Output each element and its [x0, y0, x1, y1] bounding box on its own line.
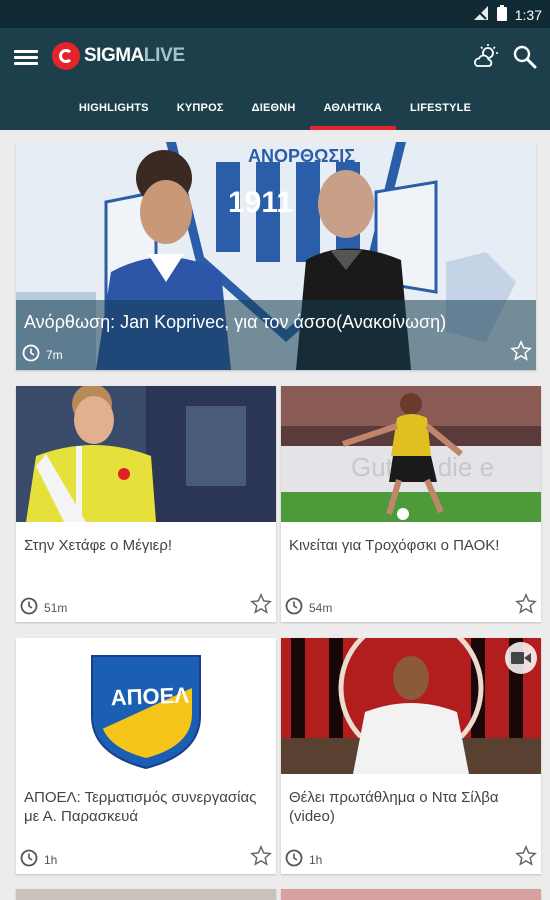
article-title: ΑΠΟΕΛ: Τερματισμός συνεργασίας με Α. Παρ… — [24, 789, 257, 825]
clock-icon — [20, 849, 38, 870]
article-title: Θέλει πρωτάθλημα ο Ντα Σίλβα (video) — [289, 789, 499, 825]
article-time: 1h — [44, 852, 58, 867]
tab-international[interactable]: ΔΙΕΘΝΗ — [238, 94, 310, 130]
article-image: Gut für die e — [281, 386, 541, 522]
featured-article-card[interactable]: ΑΝΟΡΘΩΣΙΣ 1911 Ανόρθωση: Jan Koprivec, γ… — [16, 142, 536, 370]
tab-sports[interactable]: ΑΘΛΗΤΙΚΑ — [309, 94, 397, 130]
menu-icon[interactable] — [14, 47, 38, 67]
weather-icon[interactable] — [472, 44, 500, 70]
section-tabs: HIGHLIGHTS ΚΥΠΡΟΣ ΔΙΕΘΝΗ ΑΘΛΗΤΙΚΑ LIFEST… — [0, 94, 550, 130]
article-image — [16, 386, 276, 522]
hero-overlay — [16, 300, 536, 370]
article-title: Κινείται για Τροχόφσκι ο ΠΑΟΚ! — [289, 537, 500, 554]
logo-text-sigma: SIGMA — [84, 45, 144, 66]
video-camera-icon[interactable] — [505, 642, 537, 674]
clock-icon — [285, 597, 303, 618]
signal-icon — [473, 5, 489, 24]
clock-icon — [20, 597, 38, 618]
tab-highlights[interactable]: HIGHLIGHTS — [65, 94, 163, 130]
article-meta: 54m — [285, 597, 332, 618]
article-card[interactable]: Θέλει πρωτάθλημα ο Ντα Σίλβα (video) 1h — [281, 638, 541, 874]
clock-icon — [285, 849, 303, 870]
featured-article-title: Ανόρθωση: Jan Koprivec, για τον άσσο(Ανα… — [24, 312, 447, 332]
banner-club-text: ΑΝΟΡΘΩΣΙΣ — [248, 146, 355, 166]
banner-year-text: 1911 — [228, 186, 293, 219]
sigmalive-logo[interactable]: SIGMA LIVE — [52, 42, 185, 70]
favorite-star-icon[interactable] — [510, 340, 532, 367]
apoel-crest-text: ΑΠΟΕΛ — [110, 682, 189, 710]
favorite-star-icon[interactable] — [515, 845, 537, 872]
article-time: 1h — [309, 852, 323, 867]
clock-icon — [22, 344, 40, 365]
favorite-star-icon[interactable] — [515, 593, 537, 620]
article-time: 54m — [309, 600, 333, 615]
status-bar: 1:37 — [0, 0, 550, 28]
tab-cyprus[interactable]: ΚΥΠΡΟΣ — [163, 94, 238, 130]
featured-article-meta: 7m — [22, 344, 63, 365]
app-bar: SIGMA LIVE HIGHLIGHTS ΚΥΠΡΟΣ ΔΙΕΘΝΗ ΑΘΛΗΤ… — [0, 28, 550, 130]
article-meta: 1h — [285, 849, 322, 870]
article-time: 7m — [46, 347, 63, 362]
search-icon[interactable] — [512, 44, 538, 70]
logo-text-live: LIVE — [143, 45, 185, 66]
article-image — [281, 638, 541, 774]
article-meta: 1h — [20, 849, 57, 870]
battery-icon — [496, 5, 507, 24]
article-card[interactable]: Στην Χετάφε ο Μέγιερ! 51m — [16, 386, 276, 622]
favorite-star-icon[interactable] — [250, 593, 272, 620]
logo-mark — [52, 42, 80, 70]
article-card-partial[interactable] — [281, 889, 541, 900]
article-meta: 51m — [20, 597, 67, 618]
article-image: ΑΠΟΕΛ — [16, 638, 276, 774]
clock: 1:37 — [514, 6, 542, 23]
favorite-star-icon[interactable] — [250, 845, 272, 872]
tab-lifestyle[interactable]: LIFESTYLE — [396, 94, 485, 130]
article-time: 51m — [44, 600, 68, 615]
article-card-partial[interactable] — [16, 889, 276, 900]
article-title: Στην Χετάφε ο Μέγιερ! — [24, 537, 173, 554]
article-card[interactable]: Gut für die e Κινείται για Τροχόφσκι ο Π… — [281, 386, 541, 622]
article-card[interactable]: ΑΠΟΕΛ ΑΠΟΕΛ: Τερματισμός συνεργασίας με … — [16, 638, 276, 874]
